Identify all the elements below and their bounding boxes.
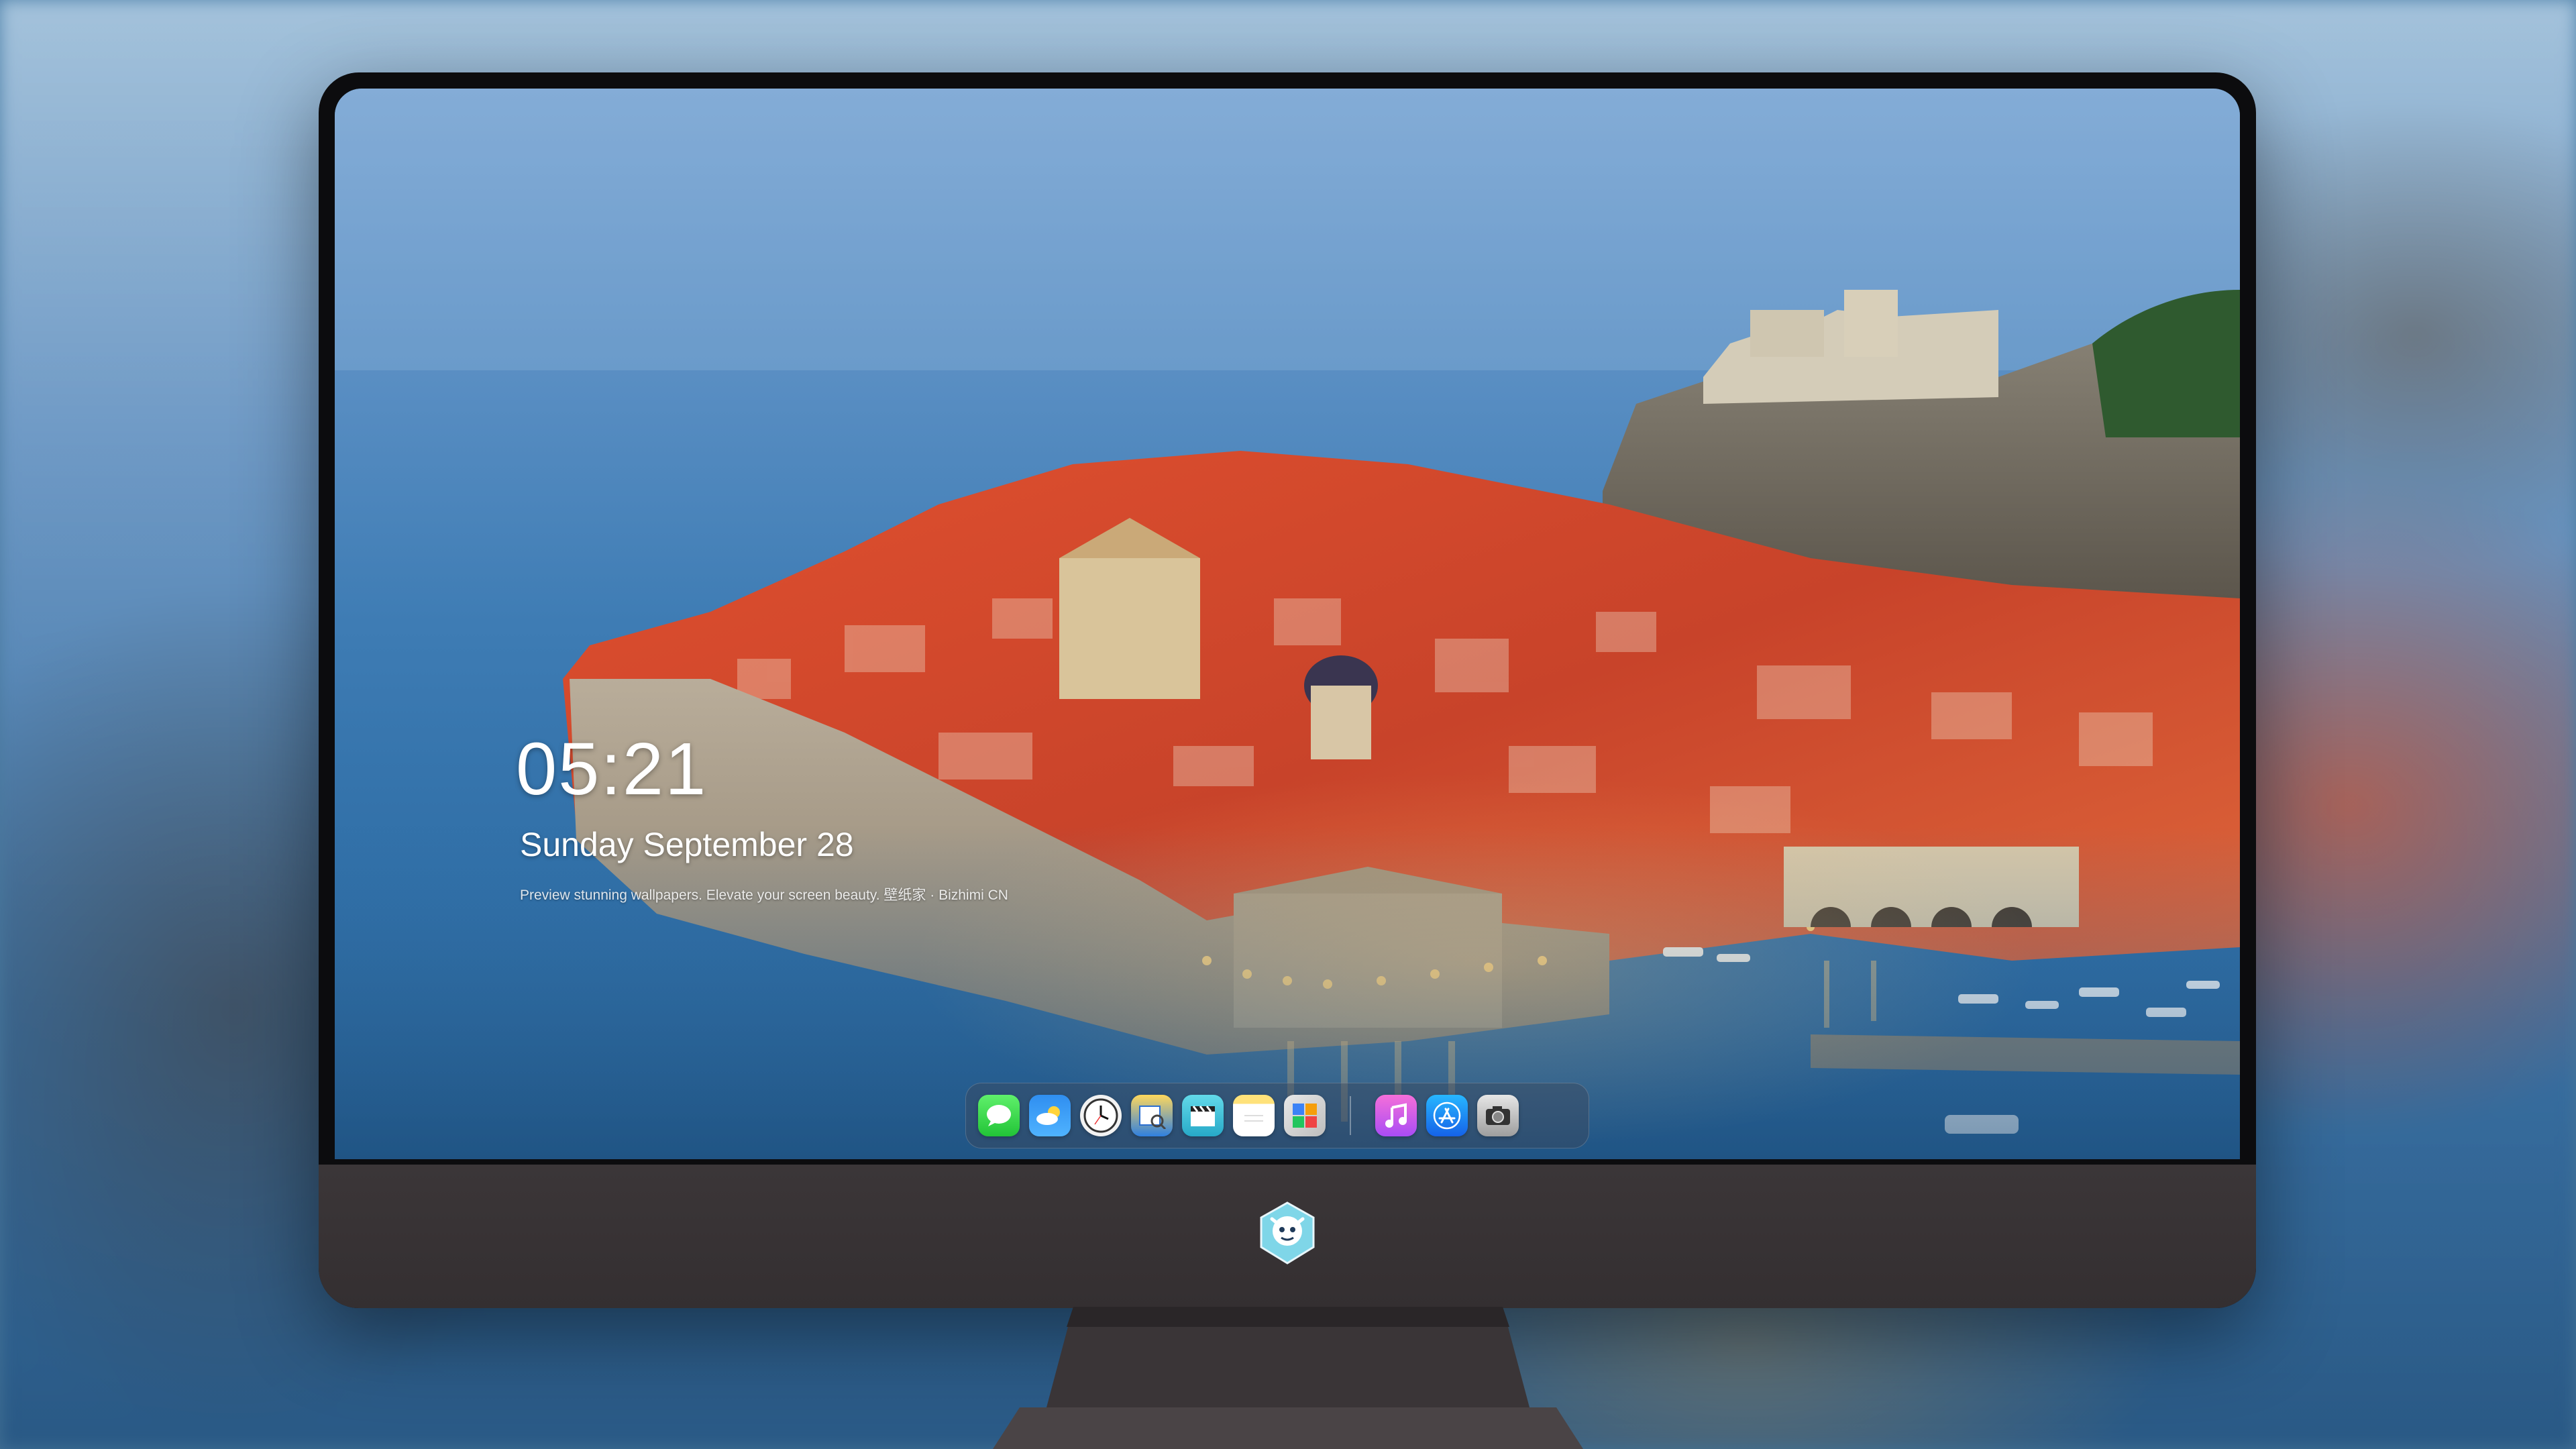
clock-icon[interactable] <box>1080 1095 1122 1136</box>
wallpaper-glow <box>335 89 2240 1159</box>
weather-icon[interactable] <box>1029 1095 1071 1136</box>
wallpaper-tagline: Preview stunning wallpapers. Elevate you… <box>520 888 1008 903</box>
camera-icon[interactable] <box>1477 1095 1519 1136</box>
lock-screen-date: Sunday September 28 <box>520 826 854 863</box>
preview-icon[interactable] <box>1131 1095 1173 1136</box>
dock <box>965 1083 1589 1148</box>
app-store-icon[interactable] <box>1426 1095 1468 1136</box>
monitor: 05:21 Sunday September 28 Preview stunni… <box>319 72 2256 1308</box>
monitor-stand <box>993 1307 1583 1449</box>
desktop-scene: 05:21 Sunday September 28 Preview stunni… <box>0 0 2576 1449</box>
messages-icon[interactable] <box>978 1095 1020 1136</box>
music-note-icon[interactable] <box>1375 1095 1417 1136</box>
dock-separator <box>1350 1096 1351 1135</box>
clapperboard-icon[interactable] <box>1182 1095 1224 1136</box>
notes-icon[interactable] <box>1233 1095 1275 1136</box>
monitor-screen: 05:21 Sunday September 28 Preview stunni… <box>335 89 2240 1159</box>
lock-screen-time: 05:21 <box>516 728 708 810</box>
mascot-logo-icon <box>1260 1201 1315 1265</box>
photo-grid-icon[interactable] <box>1284 1095 1326 1136</box>
